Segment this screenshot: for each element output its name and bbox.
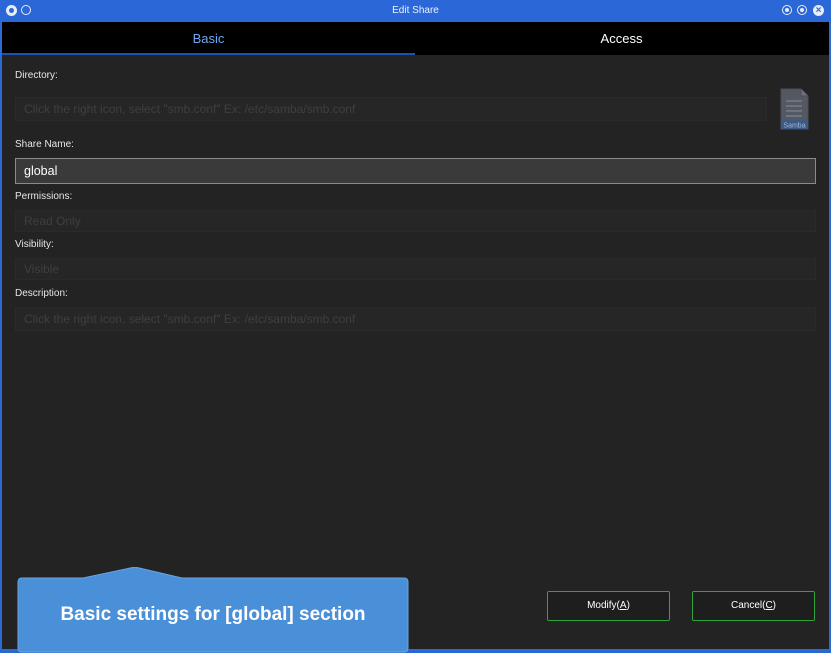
- permissions-select[interactable]: Read Only: [15, 210, 816, 232]
- description-label: Description:: [15, 288, 68, 299]
- dialog-content: Basic Access Directory: Click the right …: [2, 22, 829, 653]
- visibility-label: Visibility:: [15, 239, 54, 250]
- permissions-label: Permissions:: [15, 191, 73, 202]
- minimize-icon[interactable]: [782, 5, 792, 15]
- visibility-select[interactable]: Visible: [15, 258, 816, 280]
- tab-access[interactable]: Access: [415, 22, 828, 55]
- edit-share-window: Edit Share × Basic Access Directory: Cli…: [0, 0, 831, 653]
- share-name-label: Share Name:: [15, 139, 74, 150]
- modify-suffix: ): [626, 600, 630, 611]
- directory-field[interactable]: Click the right icon, select "smb.conf" …: [15, 97, 767, 121]
- active-tab-indicator: [2, 53, 415, 55]
- share-name-input[interactable]: global: [15, 158, 816, 184]
- callout-annotation: Basic settings for [global] section: [17, 567, 409, 653]
- maximize-icon[interactable]: [797, 5, 807, 15]
- modify-mnemonic: A: [619, 600, 627, 611]
- description-field[interactable]: Click the right icon, select "smb.conf" …: [15, 307, 816, 331]
- tab-bar: Basic Access: [2, 22, 829, 55]
- cancel-label: Cancel(: [730, 600, 766, 611]
- cancel-suffix: ): [772, 600, 777, 611]
- callout-text: Basic settings for [global] section: [60, 604, 366, 625]
- samba-icon-caption: Samba: [783, 123, 805, 130]
- window-title: Edit Share: [392, 5, 439, 16]
- directory-label: Directory:: [15, 70, 58, 81]
- tab-basic[interactable]: Basic: [2, 22, 415, 55]
- cancel-button[interactable]: Cancel(C): [692, 591, 815, 621]
- samba-file-icon[interactable]: Samba: [780, 88, 809, 130]
- modify-label: Modify(: [587, 600, 620, 611]
- modify-button[interactable]: Modify(A): [547, 591, 670, 621]
- close-icon[interactable]: ×: [813, 5, 824, 16]
- cancel-mnemonic: C: [765, 600, 773, 611]
- title-bar[interactable]: Edit Share ×: [0, 0, 831, 22]
